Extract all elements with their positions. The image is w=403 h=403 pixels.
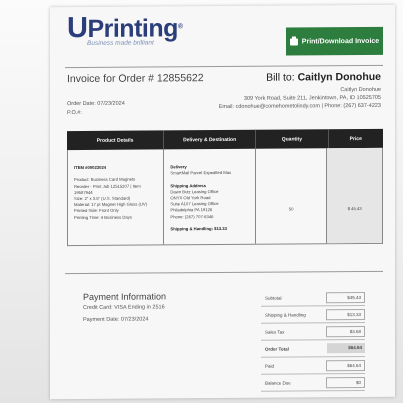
product-line: Printing Time: 4 Business Days xyxy=(74,214,132,220)
quantity-cell: 50 xyxy=(255,148,328,244)
bill-to-name: Caitlyn Donohue xyxy=(297,70,381,84)
payment-date: Payment Date: 07/23/2024 xyxy=(83,316,149,323)
product-line: Size: 2" x 3.5" (U.S. Standard) xyxy=(74,195,131,202)
totals-row-subtotal: Subtotal $45.43 xyxy=(261,289,365,307)
delivery-heading: Delivery xyxy=(170,164,187,170)
item-number: ITEM #00023024 xyxy=(74,164,107,171)
totals-label: Sales Tax xyxy=(265,329,285,335)
product-line: Material: 17 pt Magnet High Gloss (UV) xyxy=(74,201,148,208)
totals-table: Subtotal $45.43 Shipping & Handling $13.33… xyxy=(261,289,365,392)
product-details-cell: ITEM #00023024 Product: Business Card Ma… xyxy=(68,149,165,246)
invoice-title-prefix: Invoice for Order # xyxy=(67,72,157,86)
price-cell: $ 45.43 xyxy=(327,147,382,244)
delivery-method: SmartMail Parcel Expedited Max xyxy=(170,170,232,176)
printer-icon xyxy=(289,37,298,46)
bill-to-label: Bill to: xyxy=(266,71,298,84)
order-number: 12855622 xyxy=(156,72,204,85)
totals-row-order-total: Order Total $64.64 xyxy=(261,340,365,358)
invoice-page: UPrinting® Business made brilliant Print… xyxy=(50,4,395,400)
shipping-line: ONYX Old York Road xyxy=(170,195,211,201)
logo-initial: U xyxy=(67,11,88,45)
totals-value: $13.33 xyxy=(325,308,365,320)
product-line: Printed Side: Front Only xyxy=(74,208,119,214)
print-download-label: Print/Download Invoice xyxy=(301,37,380,45)
product-line: Product: Business Card Magnets xyxy=(74,177,136,183)
totals-row-paid: Paid $64.64 xyxy=(261,357,365,375)
col-delivery: Delivery & Destination xyxy=(164,129,257,150)
shipping-address-heading: Shipping Address xyxy=(170,182,207,188)
payment-card: Credit Card: VISA Ending in 2516 xyxy=(83,304,165,311)
po-number: P.O.#: xyxy=(67,109,82,117)
uprinting-logo: UPrinting® Business made brilliant xyxy=(67,11,183,47)
billing-contact: Email: cdonohue@comehometolindy.com | Ph… xyxy=(218,102,381,111)
print-download-invoice-button[interactable]: Print/Download Invoice xyxy=(286,26,383,56)
totals-label: Paid xyxy=(265,363,275,369)
order-table-header: Product Details Delivery & Destination Q… xyxy=(67,128,383,151)
shipping-line: Suite A107 Leasing Office xyxy=(170,201,219,207)
totals-row-shipping: Shipping & Handling $13.33 xyxy=(261,306,365,324)
header-divider xyxy=(65,64,383,69)
totals-label: Balance Due xyxy=(265,380,291,386)
order-date: Order Date: 07/23/2024 xyxy=(67,100,125,108)
shipping-line: Dawn Butz Leasing Office xyxy=(170,188,219,195)
totals-label: Subtotal xyxy=(265,295,282,301)
table-row: ITEM #00023024 Product: Business Card Ma… xyxy=(67,147,383,247)
totals-value: $0 xyxy=(325,376,365,388)
totals-value: $45.43 xyxy=(325,291,365,303)
col-price: Price xyxy=(349,135,362,142)
totals-label: Order Total xyxy=(265,346,289,352)
totals-divider xyxy=(65,270,383,275)
shipping-line: Philadelphia PA 19126 xyxy=(170,207,213,213)
totals-value: $64.64 xyxy=(325,359,365,371)
totals-row-tax: Sales Tax $3.68 xyxy=(261,323,365,341)
billing-address-block: Caitlyn Donohue 309 York Road, Suite 211… xyxy=(219,86,381,111)
shipping-line: Phone: (267) 707-6346 xyxy=(170,213,214,219)
invoice-title: Invoice for Order # 12855622 xyxy=(67,72,204,85)
bill-to-title: Bill to: Caitlyn Donohue xyxy=(266,71,381,84)
totals-label: Shipping & Handling xyxy=(265,311,306,318)
payment-info-title: Payment Information xyxy=(83,291,167,302)
col-product-details: Product Details xyxy=(67,130,165,151)
product-line: Reorder - Print Job 12515207 | Item 1958… xyxy=(74,183,141,195)
totals-row-balance-due: Balance Due $0 xyxy=(261,374,365,392)
delivery-cell: Delivery SmartMail Parcel Expedited Max … xyxy=(164,148,256,245)
logo-registered: ® xyxy=(177,23,183,31)
col-quantity: Quantity xyxy=(256,129,329,149)
shipping-handling: Shipping & Handling: $13.33 xyxy=(170,226,227,232)
totals-value: $64.64 xyxy=(327,343,365,354)
totals-value: $3.68 xyxy=(325,325,365,337)
